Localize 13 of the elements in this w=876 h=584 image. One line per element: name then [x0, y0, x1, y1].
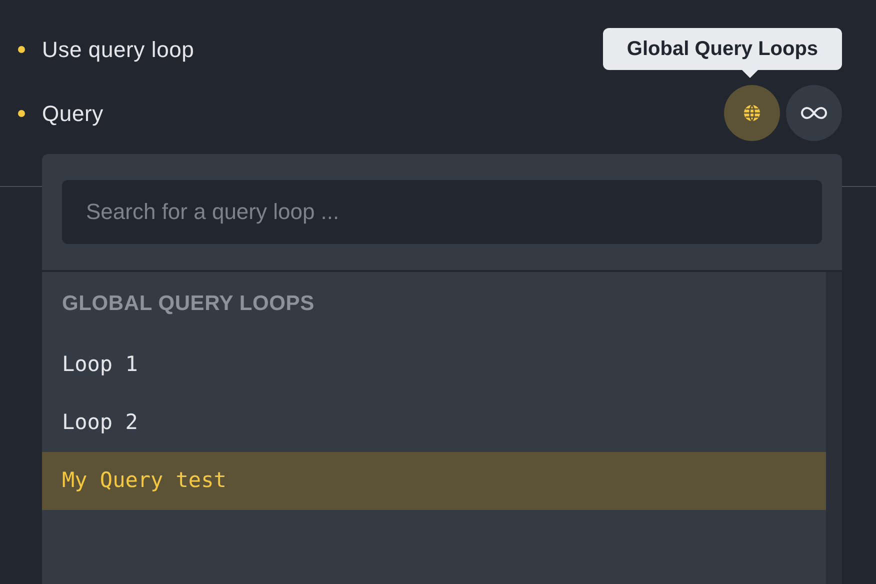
globe-icon — [742, 103, 762, 123]
query-loop-item[interactable]: Loop 1 — [42, 336, 826, 394]
scrollbar-track[interactable] — [826, 272, 842, 584]
search-field[interactable]: Search for a query loop ... — [62, 180, 822, 244]
bullet-icon — [18, 46, 25, 52]
group-heading: GLOBAL QUERY LOOPS — [61, 291, 316, 317]
bullet-icon — [18, 110, 25, 116]
tooltip-text: Global Query Loops — [626, 37, 818, 62]
query-loop-item[interactable]: My Query test — [42, 452, 826, 510]
query-loop-item[interactable]: Loop 2 — [42, 394, 826, 452]
infinity-icon — [801, 106, 827, 120]
control-label: Use query loop — [42, 36, 194, 64]
control-label: Query — [42, 100, 104, 128]
